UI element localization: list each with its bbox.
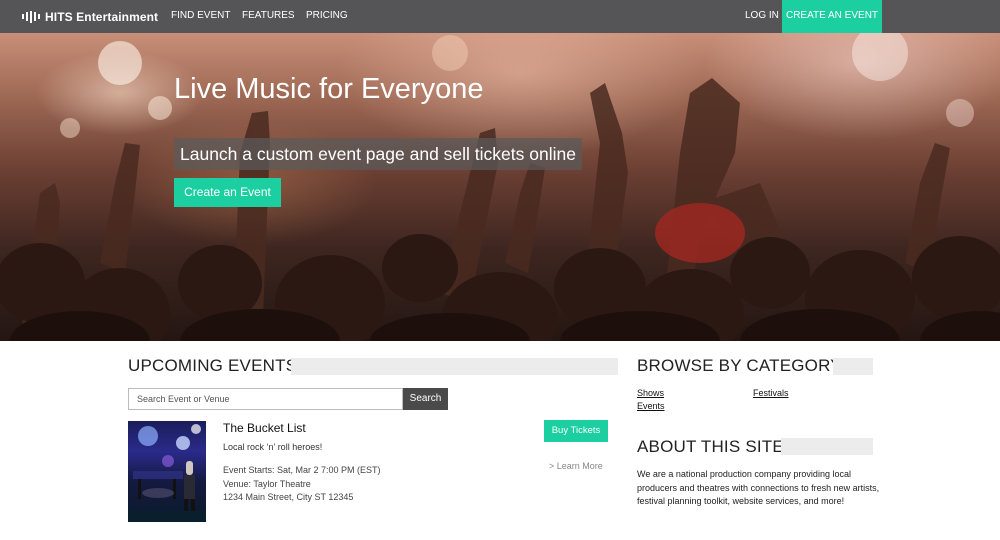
concert-crowd-image [0,33,1000,341]
brand-logo[interactable]: HITS Entertainment [22,0,158,33]
search-button[interactable]: Search [403,388,448,410]
event-thumbnail[interactable] [128,421,206,522]
about-description: We are a national production company pro… [637,469,880,506]
event-tagline: Local rock ‘n’ roll heroes! [223,442,323,452]
brand-name: HITS Entertainment [45,9,159,24]
category-festivals-link[interactable]: Festivals [753,388,789,398]
about-site-heading: ABOUT THIS SITE [637,437,784,456]
event-title[interactable]: The Bucket List [223,421,306,435]
hero-title: Live Music for Everyone [174,73,484,105]
event-address: 1234 Main Street, City ST 12345 [223,492,354,502]
equalizer-icon [22,10,40,23]
buy-tickets-button[interactable]: Buy Tickets [544,420,608,442]
browse-category-heading: BROWSE BY CATEGORY [637,356,842,375]
hero-create-event-button[interactable]: Create an Event [174,178,281,207]
nav-pricing[interactable]: PRICING [306,0,348,33]
event-start-time: Event Starts: Sat, Mar 2 7:00 PM (EST) [223,465,381,475]
event-venue: Venue: Taylor Theatre [223,479,311,489]
nav-find-event[interactable]: FIND EVENT [171,0,230,33]
hero-banner: Live Music for Everyone Launch a custom … [0,33,1000,341]
upcoming-events-heading: UPCOMING EVENTS [128,356,298,375]
band-photo-image [128,424,206,522]
top-navbar: HITS Entertainment FIND EVENT FEATURES P… [0,0,1000,33]
heading-divider-bar [291,358,618,375]
learn-more-link[interactable]: > Learn More [549,461,603,471]
category-shows-link[interactable]: Shows [637,388,664,398]
nav-login[interactable]: LOG IN [745,0,779,33]
nav-features[interactable]: FEATURES [242,0,295,33]
heading-divider-bar [781,438,873,455]
hero-subtitle: Launch a custom event page and sell tick… [174,138,582,170]
nav-create-event-button[interactable]: CREATE AN EVENT [782,0,882,33]
category-events-link[interactable]: Events [637,401,665,411]
event-search-input[interactable]: Search Event or Venue [128,388,403,410]
heading-divider-bar [833,358,873,375]
